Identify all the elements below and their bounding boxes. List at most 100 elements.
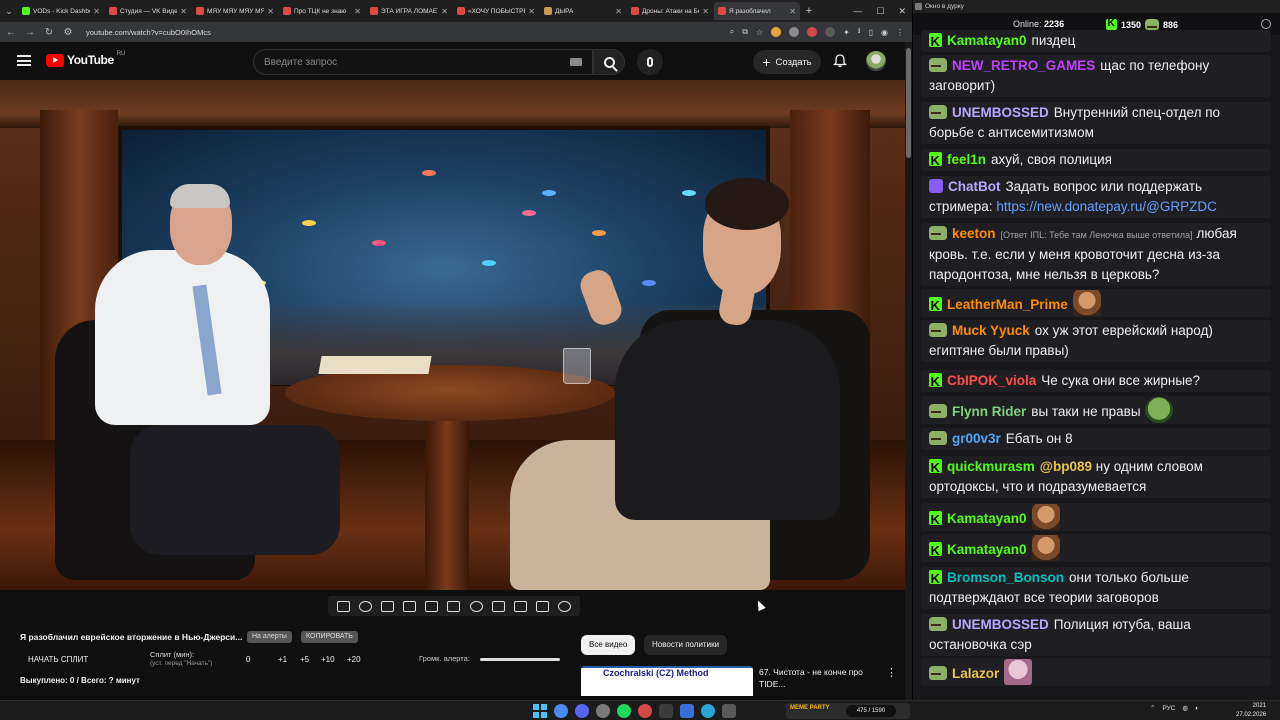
split-add-1-button[interactable]: +1 xyxy=(278,655,287,664)
tab-close-icon[interactable]: ✕ xyxy=(354,7,361,16)
extension-icon[interactable] xyxy=(807,27,818,37)
browser-tab[interactable]: МЯУ МЯУ МЯУ МЯУ ✕ xyxy=(192,2,278,20)
copy-chip[interactable]: КОПИРОВАТЬ xyxy=(301,631,358,643)
browser-tab[interactable]: Про ТЦК не знаю ✕ xyxy=(279,2,365,20)
tab-close-icon[interactable]: ✕ xyxy=(267,7,274,16)
chat-username[interactable]: CbIPOK_viola xyxy=(947,373,1036,388)
voice-search-button[interactable] xyxy=(637,49,663,75)
start-windows-icon[interactable] xyxy=(533,704,547,718)
extension-icon[interactable] xyxy=(771,27,782,37)
browser-tab[interactable]: VODs - Kick Dashboard✕ xyxy=(18,2,104,20)
site-info-icon[interactable]: ⚙ xyxy=(63,27,73,38)
chat-link[interactable]: https://new.donatepay.ru/@GRPZDC xyxy=(996,199,1217,214)
add-screen-icon[interactable] xyxy=(491,600,505,612)
chat-username[interactable]: gr00v3r xyxy=(952,431,1001,446)
app-icon[interactable] xyxy=(659,704,673,718)
profile-icon[interactable]: ◉ xyxy=(881,28,888,37)
chat-settings-icon[interactable] xyxy=(1261,19,1271,29)
tab-close-icon[interactable]: ✕ xyxy=(702,7,709,16)
recommendation-title[interactable]: 67. Чистота - не конче про TIDE... xyxy=(759,666,874,690)
app-icon[interactable] xyxy=(638,704,652,718)
browser-tab[interactable]: Дроны: Атаки на Бел ✕ xyxy=(627,2,713,20)
alerts-chip[interactable]: На алерты xyxy=(247,631,292,643)
chat-mention[interactable]: @bp089 xyxy=(1040,459,1092,474)
menu-icon[interactable]: ⋮ xyxy=(896,28,904,37)
back-icon[interactable]: ← xyxy=(6,27,16,38)
extensions-puzzle-icon[interactable]: ✦ xyxy=(843,28,850,37)
youtube-logo[interactable]: YouTube RU xyxy=(46,51,125,67)
picture-in-picture-icon[interactable] xyxy=(425,600,439,612)
chat-username[interactable]: Muck Yyuck xyxy=(952,323,1030,338)
volume-icon[interactable]: ◐ xyxy=(1195,705,1199,712)
browser-tab[interactable]: ДЫРА ✕ xyxy=(540,2,626,20)
extension-icon[interactable] xyxy=(789,27,800,37)
chat-username[interactable]: Bromson_Bonson xyxy=(947,570,1064,585)
create-button[interactable]: + Создать xyxy=(753,50,821,74)
split-add-5-button[interactable]: +5 xyxy=(300,655,309,664)
chat-username[interactable]: UNEMBOSSED xyxy=(952,617,1049,632)
split-view-icon[interactable]: ▯ xyxy=(869,28,873,37)
browser-tab[interactable]: Студия — VK Видео ✕ xyxy=(105,2,191,20)
chat-username[interactable]: LeatherMan_Prime xyxy=(947,297,1068,312)
chat-username[interactable]: Flynn Rider xyxy=(952,404,1026,419)
speed-icon[interactable] xyxy=(469,600,483,612)
screen-record-icon[interactable] xyxy=(380,600,394,612)
film-icon[interactable] xyxy=(403,600,417,612)
chrome-icon[interactable] xyxy=(554,704,568,718)
tab-close-icon[interactable]: ✕ xyxy=(528,7,535,16)
browser-tab[interactable]: ЭТА ИГРА ЛОМАЕТ ✕ xyxy=(366,2,452,20)
chat-username[interactable]: NEW_RETRO_GAMES xyxy=(952,58,1095,73)
chat-username[interactable]: quickmurasm xyxy=(947,459,1035,474)
search-input[interactable] xyxy=(254,50,554,74)
filter-chip-politics[interactable]: Новости политики xyxy=(644,635,728,655)
media-player-icon[interactable] xyxy=(680,704,694,718)
tab-search-icon[interactable]: ⌄ xyxy=(0,0,18,22)
page-scrollbar[interactable] xyxy=(905,42,912,700)
new-tab-button[interactable]: + xyxy=(801,5,817,17)
zoom-icon[interactable]: ⌕ xyxy=(730,27,734,37)
tab-close-icon[interactable]: ✕ xyxy=(93,7,100,16)
close-icon[interactable]: ✕ xyxy=(898,6,906,17)
browser-tab[interactable]: Я разоблачил ✕ xyxy=(714,2,800,20)
url-field[interactable]: youtube.com/watch?v=cubO0IhOMcs xyxy=(86,28,211,37)
split-add-20-button[interactable]: +20 xyxy=(347,655,361,664)
chat-username[interactable]: Kamatayan0 xyxy=(947,33,1027,48)
tab-close-icon[interactable]: ✕ xyxy=(180,7,187,16)
hamburger-menu-icon[interactable] xyxy=(17,55,31,66)
start-split-button[interactable]: НАЧАТЬ СПЛИТ xyxy=(28,655,88,664)
scrollbar-thumb[interactable] xyxy=(906,48,911,158)
settings-gear-icon[interactable] xyxy=(558,600,572,612)
audio-icon[interactable] xyxy=(358,600,372,612)
install-icon[interactable]: ⧉ xyxy=(742,27,748,37)
minimize-icon[interactable]: — xyxy=(853,6,862,16)
subtitles-icon[interactable] xyxy=(447,600,461,612)
split-add-10-button[interactable]: +10 xyxy=(321,655,335,664)
language-indicator[interactable]: РУС xyxy=(1162,705,1175,712)
extension-icon[interactable] xyxy=(825,27,836,37)
taskbar-clock[interactable]: 2021 27.02.2026 xyxy=(1236,702,1266,720)
downloads-icon[interactable]: ⭳ xyxy=(858,25,861,39)
notifications-bell-icon[interactable] xyxy=(833,54,847,68)
keyboard-icon[interactable] xyxy=(570,58,582,66)
chat-username[interactable]: Lalazor xyxy=(952,666,999,681)
split-value-0[interactable]: 0 xyxy=(246,655,250,664)
forward-icon[interactable]: → xyxy=(25,27,35,38)
app-icon[interactable] xyxy=(596,704,610,718)
chat-username[interactable]: Kamatayan0 xyxy=(947,511,1027,526)
network-icon[interactable]: ◍ xyxy=(1182,704,1188,712)
tab-close-icon[interactable]: ✕ xyxy=(441,7,448,16)
app-icon[interactable] xyxy=(722,704,736,718)
video-player[interactable] xyxy=(0,80,905,590)
chat-username[interactable]: Kamatayan0 xyxy=(947,542,1027,557)
search-button[interactable] xyxy=(593,49,625,75)
reload-icon[interactable]: ↻ xyxy=(44,27,54,38)
recommendation-thumbnail[interactable]: Czochralski (CZ) Method xyxy=(581,666,753,696)
discord-icon[interactable] xyxy=(575,704,589,718)
account-avatar[interactable] xyxy=(866,51,886,71)
screenshot-camera-icon[interactable] xyxy=(513,600,527,612)
tab-close-icon[interactable]: ✕ xyxy=(789,7,796,16)
chat-username[interactable]: UNEMBOSSED xyxy=(952,105,1049,120)
alert-volume-slider[interactable] xyxy=(480,658,560,661)
tab-close-icon[interactable]: ✕ xyxy=(615,7,622,16)
chat-username[interactable]: ChatBot xyxy=(948,179,1001,194)
